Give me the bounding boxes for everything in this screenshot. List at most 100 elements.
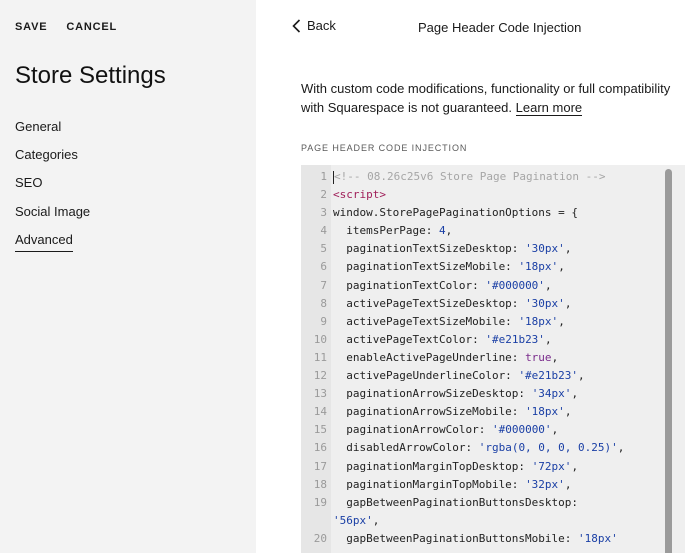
code-line: 14 paginationArrowSizeMobile: '18px', bbox=[301, 403, 671, 421]
sidebar-item-label: Categories bbox=[15, 147, 78, 163]
code-token: enableActivePageUnderline: bbox=[333, 350, 526, 364]
code-text: <!-- 08.26c25v6 Store Page Pagination --… bbox=[333, 168, 606, 186]
code-text: activePageTextSizeMobile: '18px', bbox=[333, 313, 565, 331]
line-number: 7 bbox=[320, 278, 327, 292]
code-token: '18px' bbox=[578, 531, 618, 545]
code-line: 7 paginationTextColor: '#000000', bbox=[301, 277, 671, 295]
learn-more-link[interactable]: Learn more bbox=[515, 100, 583, 116]
code-token: , bbox=[571, 459, 579, 473]
code-line: 15 paginationArrowColor: '#000000', bbox=[301, 421, 671, 439]
code-token: itemsPerPage: bbox=[333, 224, 439, 238]
code-token: activePageTextSizeDesktop: bbox=[333, 296, 526, 310]
code-token: '#e21b23' bbox=[485, 332, 545, 346]
cancel-button[interactable]: CANCEL bbox=[66, 21, 117, 33]
line-number: 11 bbox=[313, 350, 327, 364]
code-text: <script> bbox=[333, 186, 386, 204]
code-token: paginationTextColor: bbox=[333, 278, 486, 292]
back-button[interactable]: Back bbox=[292, 18, 336, 33]
code-line: 10 activePageTextColor: '#e21b23', bbox=[301, 331, 671, 349]
sidebar-item-label: Social Image bbox=[15, 203, 91, 219]
line-number: 8 bbox=[320, 296, 327, 310]
sidebar-item-label: SEO bbox=[15, 175, 43, 191]
code-token: , bbox=[544, 278, 552, 292]
code-token: paginationArrowSizeMobile: bbox=[333, 405, 526, 419]
code-token: , bbox=[558, 314, 565, 328]
code-line: 17 paginationMarginTopDesktop: '72px', bbox=[301, 458, 671, 476]
code-line: 16 disabledArrowColor: 'rgba(0, 0, 0, 0.… bbox=[301, 439, 671, 457]
code-line: 12 activePageUnderlineColor: '#e21b23', bbox=[301, 367, 671, 385]
sidebar-item-label: General bbox=[15, 119, 62, 134]
sidebar-item-general[interactable]: General bbox=[15, 118, 90, 146]
code-text: paginationArrowSizeDesktop: '34px', bbox=[333, 385, 578, 403]
code-line: 8 activePageTextSizeDesktop: '30px', bbox=[301, 295, 671, 313]
code-token: paginationTextSizeDesktop: bbox=[333, 242, 526, 256]
code-token: true bbox=[525, 350, 552, 364]
code-token: , bbox=[372, 513, 380, 527]
code-token: , bbox=[564, 296, 572, 310]
sidebar-actions: SAVE CANCEL bbox=[15, 21, 117, 33]
editor-scrollbar[interactable] bbox=[665, 169, 672, 553]
code-token: , bbox=[564, 242, 572, 256]
code-text: itemsPerPage: 4, bbox=[333, 222, 452, 240]
code-token: , bbox=[551, 423, 559, 437]
chevron-left-icon bbox=[292, 18, 301, 33]
code-token: activePageTextColor: bbox=[333, 332, 486, 346]
code-token: , bbox=[571, 387, 579, 401]
code-text: paginationArrowSizeMobile: '18px', bbox=[333, 403, 571, 421]
code-token: '30px' bbox=[525, 242, 565, 256]
code-token: paginationTextSizeMobile: bbox=[333, 260, 519, 274]
code-text: paginationTextColor: '#000000', bbox=[333, 277, 552, 295]
line-number: 16 bbox=[313, 441, 327, 455]
code-line: 9 activePageTextSizeMobile: '18px', bbox=[301, 313, 671, 331]
code-text: paginationMarginTopMobile: '32px', bbox=[333, 476, 571, 494]
code-text: disabledArrowColor: 'rgba(0, 0, 0, 0.25)… bbox=[333, 439, 624, 457]
panel-description: With custom code modifications, function… bbox=[301, 79, 696, 117]
line-number: 2 bbox=[320, 188, 327, 202]
sidebar-item-social-image[interactable]: Social Image bbox=[15, 203, 90, 231]
code-token: '34px' bbox=[531, 387, 572, 401]
description-text: With custom code modifications, function… bbox=[301, 81, 671, 115]
code-line: 20 gapBetweenPaginationButtonsMobile: '1… bbox=[301, 530, 671, 548]
line-number: 10 bbox=[313, 332, 327, 346]
code-token: '18px' bbox=[525, 405, 565, 419]
code-token: activePageTextSizeMobile: bbox=[333, 314, 519, 328]
line-number: 14 bbox=[313, 405, 327, 419]
code-token: activePageUnderlineColor: bbox=[333, 369, 519, 383]
code-line: 13 paginationArrowSizeDesktop: '34px', bbox=[301, 385, 671, 403]
code-line: 1 <!-- 08.26c25v6 Store Page Pagination -… bbox=[301, 168, 671, 186]
save-button[interactable]: SAVE bbox=[15, 21, 47, 33]
sidebar-item-advanced[interactable]: Advanced bbox=[15, 231, 90, 259]
code-text: paginationTextSizeDesktop: '30px', bbox=[333, 240, 571, 258]
code-token: 'rgba(0, 0, 0, 0.25)' bbox=[478, 441, 618, 455]
code-token: '32px' bbox=[525, 477, 565, 491]
code-text: paginationArrowColor: '#000000', bbox=[333, 421, 558, 439]
code-editor[interactable]: 1 <!-- 08.26c25v6 Store Page Pagination -… bbox=[301, 165, 685, 553]
code-token: '18px' bbox=[518, 314, 559, 328]
section-label: PAGE HEADER CODE INJECTION bbox=[301, 143, 468, 153]
code-token: '#000000' bbox=[491, 423, 552, 437]
code-token: gapBetweenPaginationButtonsDesktop: bbox=[333, 495, 579, 509]
line-number: 17 bbox=[313, 459, 327, 473]
code-line: 19 gapBetweenPaginationButtonsDesktop: bbox=[301, 494, 671, 512]
code-token: , bbox=[564, 477, 572, 491]
code-token: '56px' bbox=[333, 513, 373, 527]
code-token: paginationMarginTopMobile: bbox=[333, 477, 526, 491]
code-line: 18 paginationMarginTopMobile: '32px', bbox=[301, 476, 671, 494]
sidebar-item-seo[interactable]: SEO bbox=[15, 174, 90, 202]
line-number: 19 bbox=[313, 495, 327, 509]
code-text: activePageUnderlineColor: '#e21b23', bbox=[333, 367, 584, 385]
code-line: 4 itemsPerPage: 4, bbox=[301, 222, 671, 240]
code-token: , bbox=[445, 224, 453, 238]
code-text: activePageTextSizeDesktop: '30px', bbox=[333, 295, 571, 313]
line-number: 13 bbox=[313, 387, 327, 401]
code-token: gapBetweenPaginationButtonsMobile: bbox=[333, 531, 579, 545]
code-token: , bbox=[551, 350, 559, 364]
line-number: 4 bbox=[320, 224, 327, 238]
line-number: 5 bbox=[320, 242, 327, 256]
code-line: 2 <script> bbox=[301, 186, 671, 204]
code-text: window.StorePagePaginationOptions = { bbox=[333, 204, 578, 222]
code-line: 11 enableActivePageUnderline: true, bbox=[301, 349, 671, 367]
code-token: paginationMarginTopDesktop: bbox=[333, 459, 532, 473]
code-token: , bbox=[564, 405, 572, 419]
sidebar-item-categories[interactable]: Categories bbox=[15, 146, 90, 174]
